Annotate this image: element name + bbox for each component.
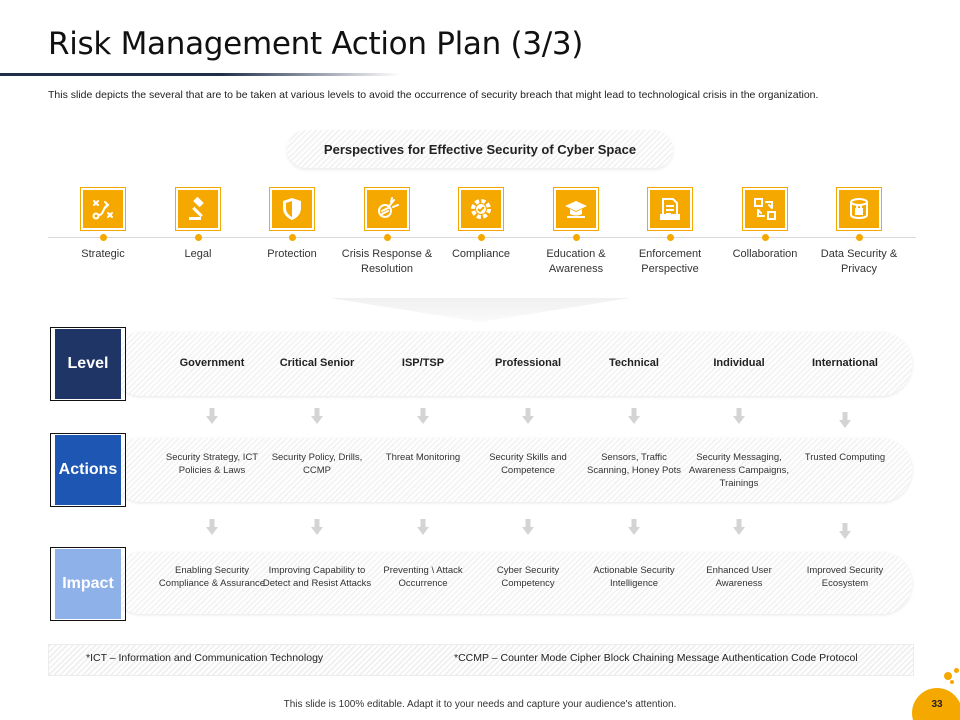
graduation-cap-icon bbox=[553, 187, 599, 231]
gavel-icon bbox=[175, 187, 221, 231]
down-arrow-icon bbox=[732, 519, 746, 537]
timeline-dot bbox=[572, 234, 580, 241]
footnote-ccmp: *CCMP – Counter Mode Cipher Block Chaini… bbox=[454, 652, 858, 664]
action-cell: Security Strategy, ICT Policies & Laws bbox=[165, 452, 259, 476]
slide-title: Risk Management Action Plan (3/3) bbox=[48, 26, 584, 62]
impact-cell: Improved Security Ecosystem bbox=[806, 565, 884, 589]
down-arrow-icon bbox=[310, 408, 324, 426]
down-arrow-icon bbox=[627, 408, 641, 426]
actions-label-box: Actions bbox=[50, 433, 126, 507]
down-arrow-icon bbox=[205, 519, 219, 537]
down-arrow-icon bbox=[838, 523, 852, 541]
timeline-dot bbox=[666, 234, 674, 241]
perspective-item: Data Security & Privacy bbox=[804, 187, 914, 277]
level-cell: Government bbox=[179, 357, 245, 369]
timeline-dot bbox=[855, 234, 863, 241]
impact-cell: Preventing \ Attack Occurrence bbox=[383, 565, 463, 589]
action-cell: Trusted Computing bbox=[804, 452, 886, 463]
perspective-label: Enforcement Perspective bbox=[638, 248, 702, 275]
impact-cell: Actionable Security Intelligence bbox=[593, 565, 675, 589]
down-arrow-icon bbox=[310, 519, 324, 537]
level-cell: International bbox=[811, 357, 878, 369]
perspectives-banner: Perspectives for Effective Security of C… bbox=[287, 130, 673, 168]
title-underline bbox=[0, 73, 400, 76]
strategy-icon bbox=[80, 187, 126, 231]
down-arrow-icon bbox=[416, 519, 430, 537]
down-arrow-icon bbox=[732, 408, 746, 426]
slide-description: This slide depicts the several that are … bbox=[48, 89, 819, 101]
down-arrow-icon bbox=[521, 519, 535, 537]
action-cell: Security Skills and Competence bbox=[489, 452, 567, 476]
perspective-item: Enforcement Perspective bbox=[615, 187, 725, 277]
down-arrow-icon bbox=[838, 412, 852, 430]
impact-cell: Improving Capability to Detect and Resis… bbox=[262, 565, 372, 589]
down-arrow-icon bbox=[205, 408, 219, 426]
level-cell: Technical bbox=[609, 357, 659, 369]
action-cell: Security Messaging, Awareness Campaigns,… bbox=[688, 452, 790, 489]
perspective-label: Compliance bbox=[451, 248, 511, 260]
gear-check-icon bbox=[458, 187, 504, 231]
timeline-dot bbox=[383, 234, 391, 241]
perspective-label: Strategic bbox=[81, 248, 125, 260]
page-number: 33 bbox=[931, 699, 943, 710]
action-cell: Security Policy, Drills, CCMP bbox=[271, 452, 363, 476]
level-cell: ISP/TSP bbox=[401, 357, 445, 369]
crisis-icon bbox=[364, 187, 410, 231]
level-label-box: Level bbox=[50, 327, 126, 401]
perspective-label: Data Security & Privacy bbox=[820, 248, 898, 275]
document-icon bbox=[647, 187, 693, 231]
decor-dot bbox=[954, 668, 959, 673]
funnel-connector bbox=[330, 298, 630, 322]
level-label: Level bbox=[55, 329, 121, 399]
action-cell: Sensors, Traffic Scanning, Honey Pots bbox=[586, 452, 681, 476]
perspective-item: Compliance bbox=[426, 187, 536, 262]
decor-dot bbox=[950, 680, 954, 684]
timeline-dot bbox=[761, 234, 769, 241]
decor-dot bbox=[944, 672, 952, 680]
level-cell: Professional bbox=[494, 357, 562, 369]
down-arrow-icon bbox=[416, 408, 430, 426]
shield-icon bbox=[269, 187, 315, 231]
perspective-item: Strategic bbox=[48, 187, 158, 262]
action-cell: Threat Monitoring bbox=[385, 452, 461, 463]
collaboration-icon bbox=[742, 187, 788, 231]
perspective-label: Protection bbox=[267, 248, 317, 260]
down-arrow-icon bbox=[521, 408, 535, 426]
down-arrow-icon bbox=[627, 519, 641, 537]
actions-label: Actions bbox=[55, 435, 121, 505]
level-cell: Critical Senior bbox=[279, 357, 355, 369]
timeline-dot bbox=[477, 234, 485, 241]
timeline-dot bbox=[288, 234, 296, 241]
level-cell: Individual bbox=[713, 357, 765, 369]
impact-cell: Enabling Security Compliance & Assurance bbox=[158, 565, 266, 589]
data-lock-icon bbox=[836, 187, 882, 231]
impact-label-box: Impact bbox=[50, 547, 126, 621]
timeline-dot bbox=[99, 234, 107, 241]
timeline-dot bbox=[194, 234, 202, 241]
perspective-item: Protection bbox=[237, 187, 347, 262]
editable-note: This slide is 100% editable. Adapt it to… bbox=[283, 699, 677, 710]
impact-label: Impact bbox=[55, 549, 121, 619]
impact-cell: Enhanced User Awareness bbox=[706, 565, 772, 589]
impact-cell: Cyber Security Competency bbox=[496, 565, 560, 589]
footnote-ict: *ICT – Information and Communication Tec… bbox=[86, 652, 324, 664]
